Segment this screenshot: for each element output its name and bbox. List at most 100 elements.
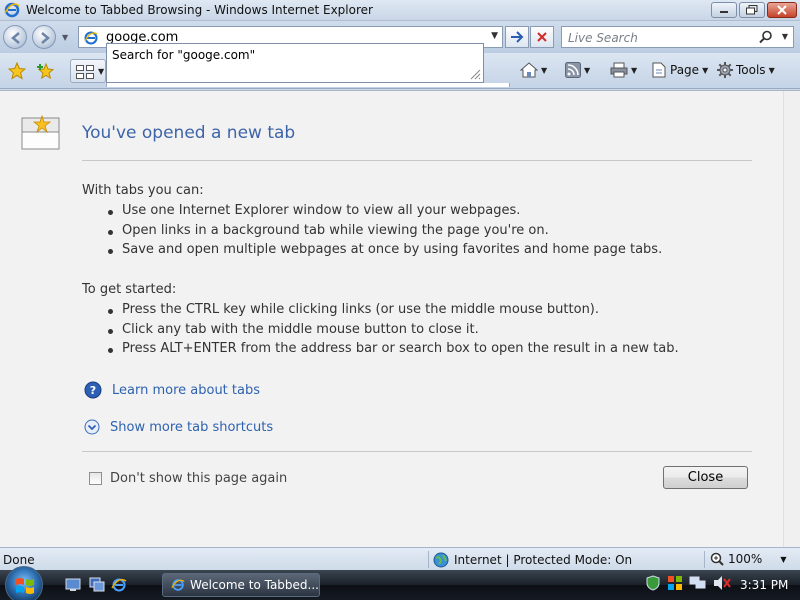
zone-label: Internet | Protected Mode: On xyxy=(454,553,633,567)
show-desktop-icon[interactable] xyxy=(65,577,81,593)
feeds-button[interactable]: ▼ xyxy=(565,62,590,78)
rss-feed-icon xyxy=(565,62,581,78)
add-favorite-icon[interactable] xyxy=(37,62,55,80)
list-item: Open links in a background tab while vie… xyxy=(107,223,662,243)
dont-show-checkbox[interactable] xyxy=(89,472,102,485)
svg-text:?: ? xyxy=(90,384,96,397)
status-separator xyxy=(428,551,429,568)
divider xyxy=(82,451,752,452)
expand-chevron-icon xyxy=(84,419,100,435)
recent-pages-dropdown[interactable]: ▼ xyxy=(62,33,68,42)
globe-icon xyxy=(433,552,449,568)
internet-explorer-icon xyxy=(4,2,20,18)
home-button[interactable]: ▼ xyxy=(520,62,547,78)
start-button[interactable] xyxy=(5,566,43,600)
forward-button[interactable] xyxy=(32,25,56,49)
dont-show-label[interactable]: Don't show this page again xyxy=(110,471,287,486)
address-suggestion-dropdown: Search for "googe.com" xyxy=(106,43,484,83)
zoom-dropdown-icon[interactable]: ▼ xyxy=(780,555,786,564)
zoom-level: 100% xyxy=(728,552,763,566)
close-icon xyxy=(777,5,787,15)
quick-tabs-button[interactable]: ▼ xyxy=(70,59,106,83)
shortcuts-row[interactable]: Show more tab shortcuts xyxy=(84,419,273,435)
page-dropdown-icon: ▼ xyxy=(702,65,709,75)
search-icon[interactable] xyxy=(759,30,773,44)
minimize-icon xyxy=(720,11,728,13)
new-tab-icon xyxy=(21,114,60,150)
search-box[interactable]: Live Search ▼ xyxy=(561,26,794,48)
learn-more-row[interactable]: ? Learn more about tabs xyxy=(84,381,260,399)
minimize-button[interactable] xyxy=(711,2,737,18)
search-input[interactable]: Live Search xyxy=(568,31,638,45)
switch-windows-icon[interactable] xyxy=(89,577,105,593)
stop-button[interactable] xyxy=(530,26,554,48)
resize-grip-icon[interactable] xyxy=(469,68,481,80)
security-zone[interactable]: Internet | Protected Mode: On xyxy=(433,552,632,568)
back-button[interactable] xyxy=(3,25,27,49)
status-bar: Done Internet | Protected Mode: On 100% … xyxy=(0,547,800,570)
tools-menu-label: Tools xyxy=(736,63,766,77)
gear-icon xyxy=(717,62,733,78)
title-bar: Welcome to Tabbed Browsing - Windows Int… xyxy=(0,0,800,21)
internet-explorer-icon xyxy=(171,579,185,591)
zoom-control[interactable]: 100% ▼ xyxy=(710,552,786,566)
with-tabs-list: Use one Internet Explorer window to view… xyxy=(107,203,662,262)
home-dropdown-icon[interactable]: ▼ xyxy=(541,66,547,75)
tools-dropdown-icon: ▼ xyxy=(768,65,775,75)
page-ie-icon xyxy=(84,31,98,45)
taskbar-ie-window[interactable]: Welcome to Tabbed... xyxy=(162,573,320,597)
windows-update-icon[interactable] xyxy=(667,575,683,591)
help-icon: ? xyxy=(84,381,102,399)
internet-explorer-quicklaunch-icon[interactable] xyxy=(111,577,127,593)
learn-more-link[interactable]: Learn more about tabs xyxy=(112,383,260,398)
taskbar-window-label: Welcome to Tabbed... xyxy=(190,578,319,592)
window-title: Welcome to Tabbed Browsing - Windows Int… xyxy=(26,3,373,17)
feeds-dropdown-icon[interactable]: ▼ xyxy=(584,66,590,75)
active-tab[interactable] xyxy=(106,83,510,87)
dont-show-row: Don't show this page again xyxy=(89,471,287,486)
back-arrow-icon xyxy=(11,32,20,44)
print-button[interactable]: ▼ xyxy=(610,62,637,78)
tools-menu-button[interactable]: Tools ▼ xyxy=(717,62,775,78)
page-menu-button[interactable]: Page ▼ xyxy=(651,62,708,78)
print-dropdown-icon[interactable]: ▼ xyxy=(631,66,637,75)
search-provider-dropdown[interactable]: ▼ xyxy=(782,32,788,41)
page-menu-label: Page xyxy=(670,63,700,77)
favorites-star-icon[interactable] xyxy=(8,62,26,80)
close-window-button[interactable] xyxy=(767,2,797,18)
clock[interactable]: 3:31 PM xyxy=(740,578,788,592)
address-dropdown-icon[interactable]: ▼ xyxy=(491,31,498,41)
page-content: You've opened a new tab With tabs you ca… xyxy=(0,90,800,547)
page-heading: You've opened a new tab xyxy=(82,123,296,143)
restore-icon xyxy=(746,5,758,15)
search-suggestion-item[interactable]: Search for "googe.com" xyxy=(112,48,255,62)
status-separator xyxy=(704,551,705,568)
stop-x-icon xyxy=(537,32,547,42)
quick-tabs-icon xyxy=(76,65,94,79)
maximize-button[interactable] xyxy=(739,2,765,18)
security-shield-icon[interactable] xyxy=(645,575,661,591)
forward-arrow-icon xyxy=(41,32,50,44)
volume-muted-icon[interactable] xyxy=(713,575,731,591)
zoom-icon xyxy=(710,552,724,566)
get-started-title: To get started: xyxy=(82,282,177,297)
system-tray xyxy=(645,575,731,591)
divider xyxy=(82,160,752,161)
close-button[interactable]: Close xyxy=(663,466,748,489)
windows-logo-icon xyxy=(16,578,34,594)
network-icon[interactable] xyxy=(689,575,707,591)
go-button[interactable] xyxy=(505,26,529,48)
home-icon xyxy=(520,62,538,78)
vertical-scrollbar[interactable] xyxy=(783,91,800,547)
list-item: Press ALT+ENTER from the address bar or … xyxy=(107,341,679,361)
list-item: Press the CTRL key while clicking links … xyxy=(107,302,679,322)
get-started-list: Press the CTRL key while clicking links … xyxy=(107,302,679,361)
with-tabs-title: With tabs you can: xyxy=(82,183,204,198)
taskbar: Welcome to Tabbed... 3:31 PM xyxy=(0,566,800,600)
list-item: Click any tab with the middle mouse butt… xyxy=(107,322,679,342)
tab-list-dropdown-icon[interactable]: ▼ xyxy=(98,67,104,76)
go-arrow-icon xyxy=(511,31,524,43)
status-text: Done xyxy=(3,553,35,567)
page-icon xyxy=(652,62,666,78)
show-shortcuts-link[interactable]: Show more tab shortcuts xyxy=(110,420,273,435)
